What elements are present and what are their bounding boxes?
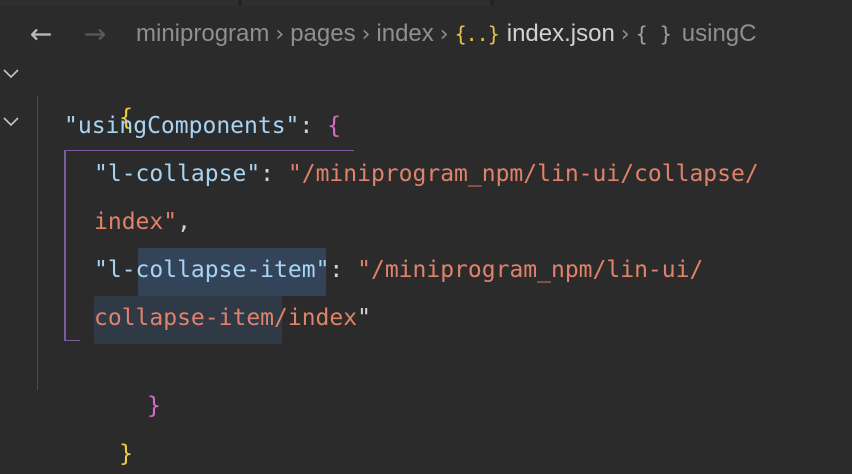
breadcrumb-item-pages[interactable]: pages [290,20,355,48]
colon: : [299,113,328,139]
breadcrumb-item-index[interactable]: index [376,20,433,48]
breadcrumb-item-usingcomponents[interactable]: usingC [682,20,757,48]
json-string: "/miniprogram_npm/lin-ui/collapse/ [287,161,759,187]
bracket-guide [64,340,80,341]
json-string: index" [94,209,178,235]
code-line-wrap: index", [94,202,191,242]
json-string: collapse-item/index [94,305,358,331]
brace-close: } [147,393,161,419]
brace-open: { [327,113,341,139]
code-line-wrap: collapse-item/index" [94,298,371,338]
breadcrumb-item-miniprogram[interactable]: miniprogram [136,20,269,48]
colon: : [260,161,288,187]
breadcrumb-item-index-json[interactable]: index.json [507,20,615,48]
arrow-left-icon[interactable]: ← [24,14,58,54]
chevron-right-icon: › [275,21,285,47]
chevron-right-icon: › [620,21,630,47]
json-key: " [315,257,330,283]
code-line: "l-collapse-item": "/miniprogram_npm/lin… [94,250,703,290]
chevron-down-icon[interactable] [2,68,20,82]
breadcrumb: ← → miniprogram › pages › index › {..} i… [0,6,852,62]
json-key-selected: collapse-item [135,257,316,283]
json-string: "/miniprogram_npm/lin-ui/ [357,257,704,283]
chevron-right-icon: › [361,21,371,47]
colon: : [329,257,358,283]
json-object-icon: { } [635,22,672,46]
chevron-down-icon[interactable] [2,116,20,130]
quote: " [357,305,371,331]
code-line: "usingComponents": { [64,106,341,146]
code-editor[interactable]: { "usingComponents": { "l-collapse": "/m… [0,62,852,474]
brace-close: } [119,441,133,467]
json-key: "l-collapse" [94,161,261,187]
code-line: "l-collapse": "/miniprogram_npm/lin-ui/c… [94,154,759,194]
arrow-right-icon[interactable]: → [78,14,112,54]
json-key: "l- [94,257,136,283]
comma: , [177,209,191,235]
json-file-icon: {..} [454,22,500,46]
code-line: } [36,394,133,467]
code-line: } [64,346,161,419]
json-key: "usingComponents" [64,113,300,139]
bracket-guide [64,150,354,151]
editor-window: ← → miniprogram › pages › index › {..} i… [0,0,852,474]
code-line: { [36,58,133,131]
chevron-right-icon: › [439,21,449,47]
indent-guide-active [64,150,66,340]
